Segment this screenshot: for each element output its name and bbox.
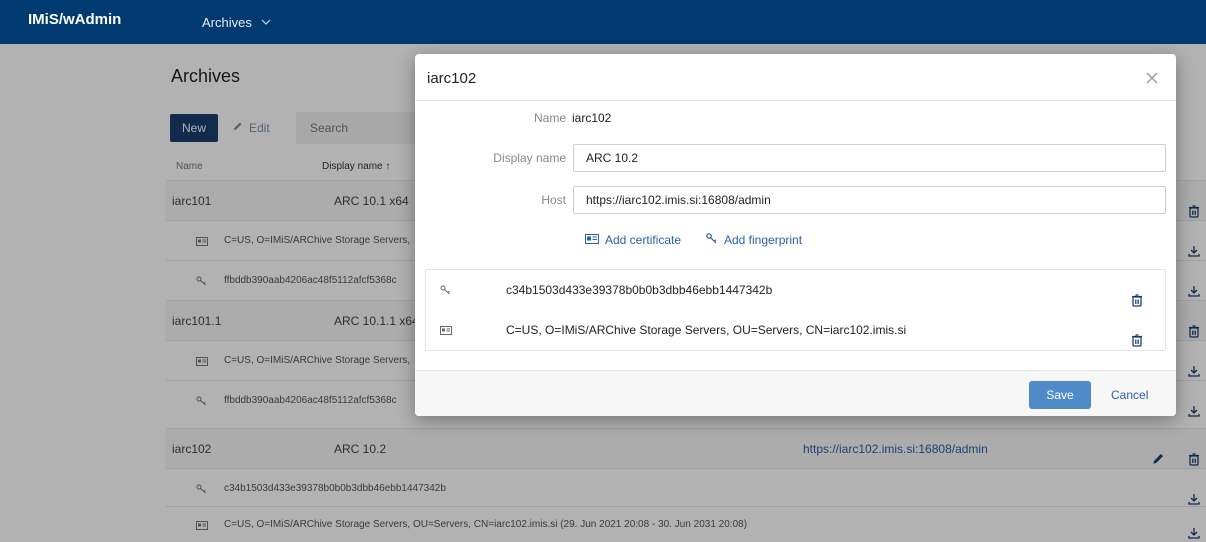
save-button[interactable]: Save — [1029, 381, 1091, 409]
chevron-down-icon — [261, 13, 271, 28]
dialog-divider — [415, 100, 1176, 101]
display-name-label: Display name — [493, 151, 566, 165]
list-item: C=US, O=IMiS/ARChive Storage Servers, OU… — [426, 310, 1165, 350]
key-icon — [440, 270, 452, 310]
host-field[interactable]: https://iarc102.imis.si:16808/admin — [573, 186, 1166, 214]
nav-menu-label: Archives — [202, 15, 252, 30]
dialog-title: iarc102 — [427, 70, 477, 87]
add-fingerprint-button[interactable]: Add fingerprint — [706, 233, 802, 247]
certificate-icon — [440, 310, 452, 350]
list-item: c34b1503d433e39378b0b0b3dbb46ebb1447342b — [426, 270, 1165, 310]
edit-archive-dialog: iarc102 Name iarc102 Display name ARC 10… — [415, 54, 1176, 416]
trash-icon[interactable] — [1130, 323, 1144, 363]
dialog-footer: Save Cancel — [415, 370, 1176, 416]
nav-menu-archives[interactable]: Archives — [202, 13, 271, 30]
name-label: Name — [533, 111, 566, 125]
add-certificate-label: Add certificate — [605, 233, 682, 247]
certificate-icon — [585, 233, 599, 247]
host-label: Host — [541, 193, 566, 207]
top-navbar: IMiS/wAdmin Archives — [0, 0, 1206, 44]
add-fingerprint-label: Add fingerprint — [724, 233, 803, 247]
display-name-field[interactable]: ARC 10.2 — [573, 144, 1166, 172]
app-brand[interactable]: IMiS/wAdmin — [28, 11, 121, 28]
key-icon — [706, 233, 718, 247]
credentials-list: c34b1503d433e39378b0b0b3dbb46ebb1447342b… — [425, 269, 1166, 351]
certificate-value: C=US, O=IMiS/ARChive Storage Servers, OU… — [506, 323, 907, 337]
fingerprint-value: c34b1503d433e39378b0b0b3dbb46ebb1447342b — [506, 283, 773, 297]
name-value: iarc102 — [572, 111, 612, 125]
add-certificate-button[interactable]: Add certificate — [585, 233, 681, 247]
close-icon[interactable] — [1146, 68, 1158, 89]
cancel-button[interactable]: Cancel — [1111, 381, 1148, 409]
